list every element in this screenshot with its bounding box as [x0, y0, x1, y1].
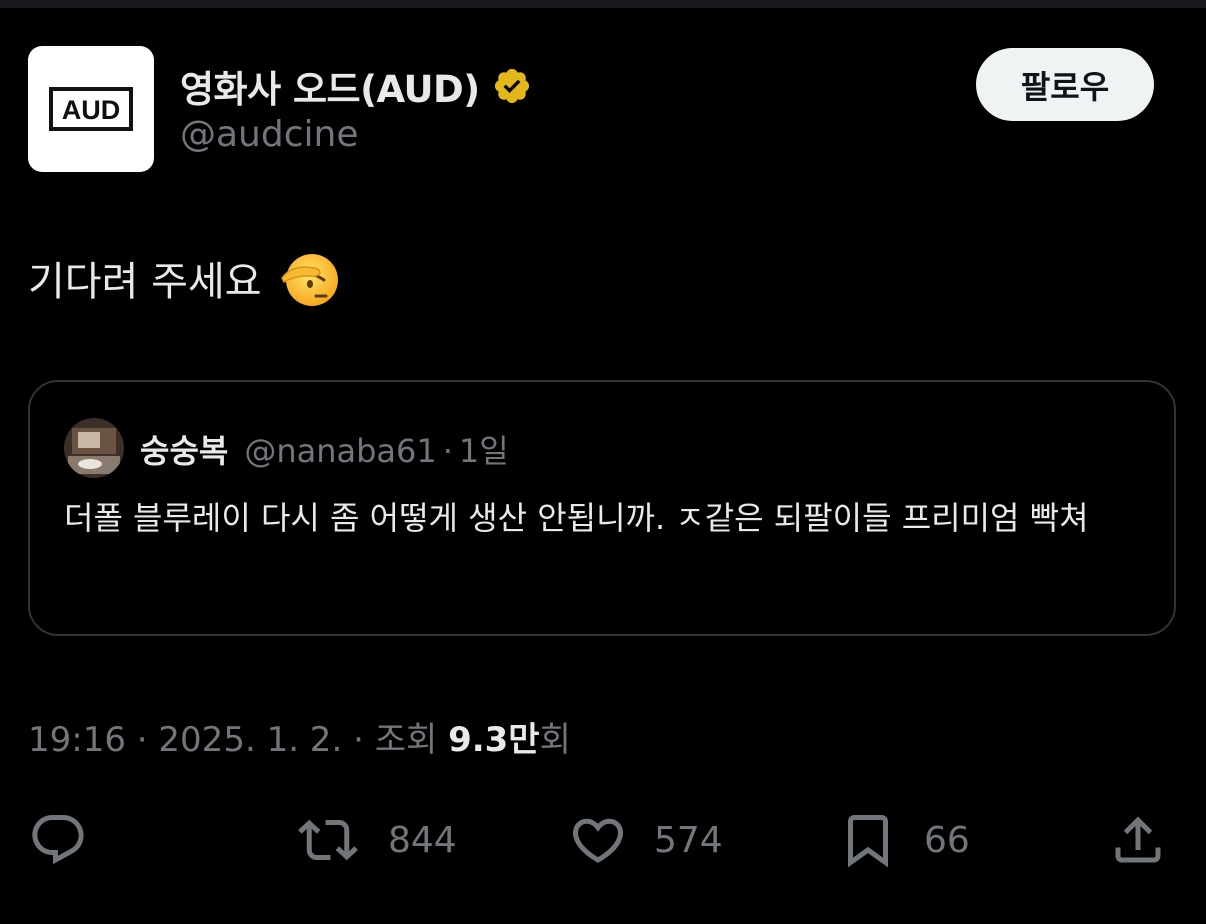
separator-dot: ·: [342, 720, 375, 760]
views-count[interactable]: 9.3만: [448, 720, 540, 760]
tweet-date[interactable]: 2025. 1. 2.: [158, 720, 342, 760]
reply-icon: [32, 815, 84, 865]
tweet-time[interactable]: 19:16: [28, 720, 126, 760]
quoted-tweet-card[interactable]: 숭숭복 @nanaba61 · 1일 더폴 블루레이 다시 좀 어떻게 생산 안…: [28, 380, 1176, 636]
svg-text:AUD: AUD: [62, 95, 121, 125]
author-avatar[interactable]: AUD: [28, 46, 154, 172]
share-icon: [1115, 816, 1161, 863]
author-name-row: 영화사 오드(AUD): [180, 60, 532, 112]
quoted-author-avatar[interactable]: [64, 418, 124, 478]
tweet-text: 기다려 주세요: [28, 259, 262, 305]
verified-badge-icon[interactable]: [492, 66, 532, 106]
heart-icon: [572, 818, 624, 863]
author-name[interactable]: 영화사 오드(AUD): [180, 59, 480, 113]
tweet-body: 기다려 주세요: [28, 246, 340, 310]
separator-dot: ·: [442, 432, 453, 470]
like-button[interactable]: 574: [568, 808, 723, 872]
reply-button[interactable]: [28, 808, 88, 872]
separator-dot: ·: [125, 720, 159, 760]
retweet-button[interactable]: 844: [294, 808, 457, 872]
quoted-tweet-header: 숭숭복 @nanaba61 · 1일: [140, 426, 509, 472]
quoted-author-handle[interactable]: @nanaba61: [244, 432, 436, 470]
action-bar: 844 574 66: [0, 808, 1206, 872]
views-suffix: 회: [539, 720, 571, 760]
bookmark-button[interactable]: 66: [838, 808, 970, 872]
quoted-tweet-text: 더폴 블루레이 다시 좀 어떻게 생산 안됩니까. ㅈ같은 되팔이들 프리미엄 …: [64, 499, 1089, 537]
follow-button[interactable]: 팔로우: [976, 48, 1154, 121]
like-count: 574: [654, 819, 723, 861]
retweet-icon: [298, 819, 358, 861]
quoted-author-name[interactable]: 숭숭복: [140, 426, 228, 472]
share-button[interactable]: [1108, 808, 1168, 872]
views-label: 조회: [374, 720, 449, 760]
bookmark-icon: [848, 815, 888, 868]
saluting-face-icon: [280, 248, 340, 308]
tweet-meta: 19:16 · 2025. 1. 2. · 조회 9.3만회: [28, 712, 571, 761]
top-divider: [0, 0, 1206, 8]
aud-logo: AUD: [49, 87, 133, 131]
bookmark-count: 66: [924, 819, 970, 861]
author-handle[interactable]: @audcine: [180, 114, 359, 155]
retweet-count: 844: [388, 819, 457, 861]
quoted-tweet-time[interactable]: 1일: [459, 426, 509, 472]
